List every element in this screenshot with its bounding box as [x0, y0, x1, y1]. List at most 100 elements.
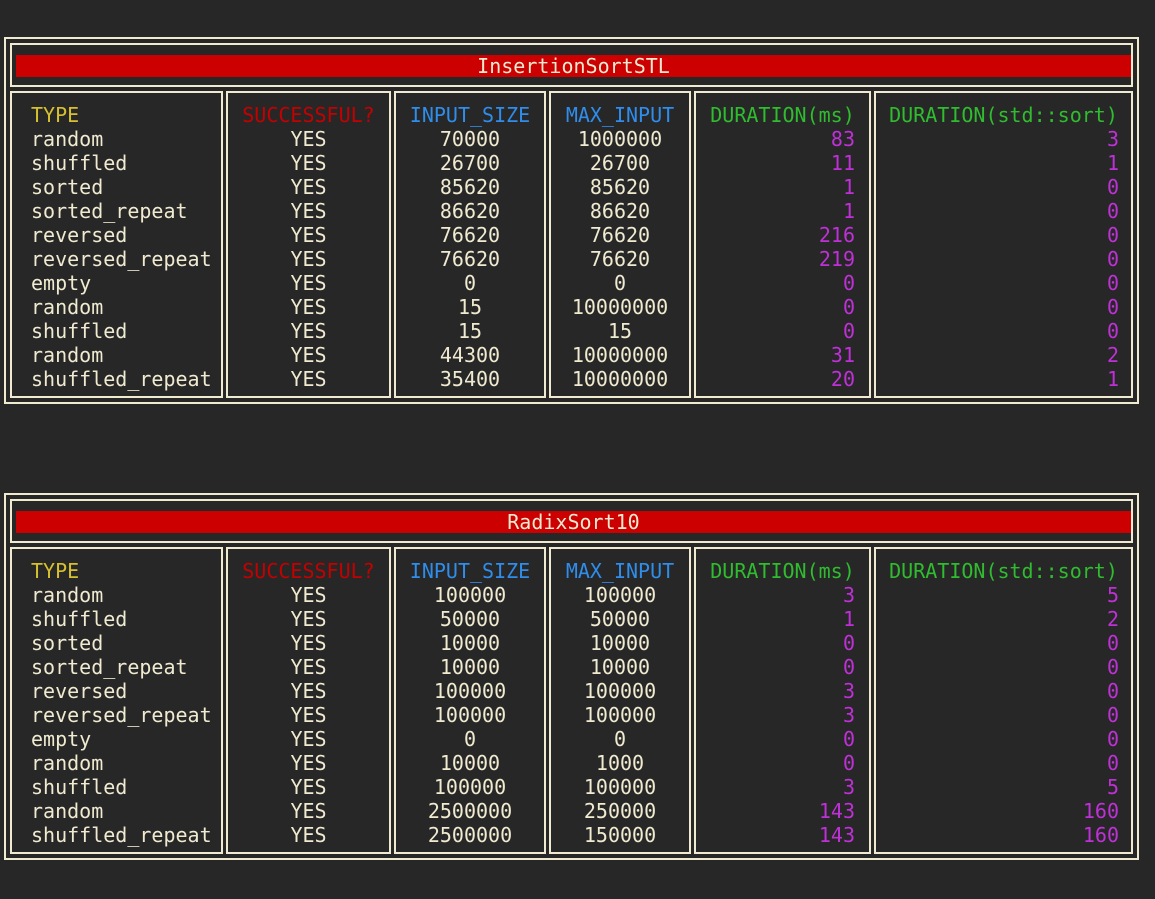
- std-sort-header: DURATION(std::sort): [889, 103, 1118, 127]
- max-input-header: MAX_INPUT: [565, 559, 675, 583]
- input-size-column: INPUT_SIZE 70000 26700 85620 86620 76620 76620…: [394, 91, 546, 398]
- table-title: RadixSort10: [16, 511, 1131, 533]
- successful-cell: YES: [290, 367, 327, 391]
- input-size-cell: 100000: [433, 775, 507, 799]
- duration-cell: 0: [842, 631, 855, 655]
- max-input-cell: 150000: [583, 823, 657, 847]
- max-input-cell: 100000: [583, 775, 657, 799]
- successful-column: SUCCESSFUL? YES YES YES YES YES YES YES YES YES YE…: [226, 547, 391, 854]
- table-title: InsertionSortSTL: [16, 55, 1131, 77]
- successful-column: SUCCESSFUL? YES YES YES YES YES YES YES YES YES YE…: [226, 91, 391, 398]
- std-sort-cell: 0: [1106, 703, 1119, 727]
- type-cell: random: [31, 343, 104, 367]
- successful-cell: YES: [290, 775, 327, 799]
- input-size-header: INPUT_SIZE: [409, 103, 531, 127]
- max-input-cell: 10000: [589, 655, 651, 679]
- table-title-frame: InsertionSortSTL: [10, 43, 1133, 87]
- input-size-cell: 15: [457, 319, 483, 343]
- type-header: TYPE: [31, 559, 80, 583]
- type-cell: sorted: [31, 175, 104, 199]
- duration-cell: 0: [842, 295, 855, 319]
- duration-cell: 143: [818, 799, 855, 823]
- std-sort-duration-column: DURATION(std::sort) 3 1 0 0 0 0 0 0 0 2 1: [874, 91, 1133, 398]
- duration-cell: 219: [818, 247, 855, 271]
- successful-cell: YES: [290, 247, 327, 271]
- std-sort-cell: 5: [1106, 775, 1119, 799]
- max-input-cell: 10000000: [571, 295, 669, 319]
- input-size-cell: 2500000: [427, 823, 513, 847]
- duration-cell: 3: [842, 679, 855, 703]
- successful-cell: YES: [290, 703, 327, 727]
- type-column: TYPE random shuffled sorted sorted_repeat rev…: [10, 91, 223, 398]
- successful-cell: YES: [290, 271, 327, 295]
- type-cell: shuffled: [31, 607, 128, 631]
- type-cell: empty: [31, 727, 92, 751]
- input-size-cell: 50000: [439, 607, 501, 631]
- max-input-cell: 1000000: [577, 127, 663, 151]
- std-sort-cell: 0: [1106, 247, 1119, 271]
- results-table-insertion-sort: InsertionSortSTL TYPE random shuffled sorte…: [4, 37, 1139, 404]
- std-sort-cell: 0: [1106, 679, 1119, 703]
- max-input-column: MAX_INPUT 100000 50000 10000 10000 100000 1000…: [549, 547, 691, 854]
- max-input-cell: 15: [607, 319, 633, 343]
- successful-cell: YES: [290, 823, 327, 847]
- duration-header: DURATION(ms): [710, 103, 855, 127]
- std-sort-cell: 1: [1106, 367, 1119, 391]
- successful-cell: YES: [290, 799, 327, 823]
- input-size-cell: 100000: [433, 583, 507, 607]
- max-input-cell: 1000: [595, 751, 645, 775]
- input-size-cell: 70000: [439, 127, 501, 151]
- type-cell: random: [31, 751, 104, 775]
- duration-cell: 0: [842, 271, 855, 295]
- max-input-cell: 0: [613, 727, 627, 751]
- max-input-cell: 76620: [589, 247, 651, 271]
- input-size-cell: 10000: [439, 655, 501, 679]
- duration-cell: 3: [842, 775, 855, 799]
- std-sort-cell: 0: [1106, 727, 1119, 751]
- duration-cell: 1: [842, 175, 855, 199]
- max-input-cell: 50000: [589, 607, 651, 631]
- input-size-cell: 85620: [439, 175, 501, 199]
- input-size-column: INPUT_SIZE 100000 50000 10000 10000 100000 100…: [394, 547, 546, 854]
- input-size-cell: 10000: [439, 751, 501, 775]
- input-size-cell: 86620: [439, 199, 501, 223]
- type-cell: empty: [31, 271, 92, 295]
- std-sort-cell: 160: [1082, 823, 1119, 847]
- std-sort-cell: 0: [1106, 175, 1119, 199]
- duration-cell: 143: [818, 823, 855, 847]
- std-sort-cell: 0: [1106, 199, 1119, 223]
- type-cell: shuffled_repeat: [31, 823, 212, 847]
- type-column: TYPE random shuffled sorted sorted_repeat rev…: [10, 547, 223, 854]
- std-sort-cell: 160: [1082, 799, 1119, 823]
- type-cell: sorted: [31, 631, 104, 655]
- duration-cell: 11: [830, 151, 855, 175]
- max-input-cell: 100000: [583, 583, 657, 607]
- duration-cell: 1: [842, 199, 855, 223]
- input-size-cell: 0: [463, 271, 477, 295]
- successful-header: SUCCESSFUL?: [242, 103, 375, 127]
- successful-cell: YES: [290, 127, 327, 151]
- type-cell: random: [31, 799, 104, 823]
- type-header: TYPE: [31, 103, 80, 127]
- std-sort-cell: 0: [1106, 631, 1119, 655]
- max-input-cell: 26700: [589, 151, 651, 175]
- input-size-cell: 10000: [439, 631, 501, 655]
- successful-cell: YES: [290, 175, 327, 199]
- input-size-cell: 15: [457, 295, 483, 319]
- input-size-cell: 100000: [433, 679, 507, 703]
- duration-cell: 83: [830, 127, 855, 151]
- max-input-cell: 85620: [589, 175, 651, 199]
- std-sort-duration-column: DURATION(std::sort) 5 2 0 0 0 0 0 0 5 160 160: [874, 547, 1133, 854]
- max-input-cell: 86620: [589, 199, 651, 223]
- input-size-cell: 35400: [439, 367, 501, 391]
- type-cell: shuffled: [31, 151, 128, 175]
- successful-cell: YES: [290, 679, 327, 703]
- type-cell: shuffled_repeat: [31, 367, 212, 391]
- std-sort-header: DURATION(std::sort): [889, 559, 1118, 583]
- max-input-cell: 10000000: [571, 343, 669, 367]
- max-input-header: MAX_INPUT: [565, 103, 675, 127]
- results-table-radix-sort: RadixSort10 TYPE random shuffled sorted sort…: [4, 493, 1139, 860]
- std-sort-cell: 5: [1106, 583, 1119, 607]
- std-sort-cell: 0: [1106, 655, 1119, 679]
- duration-column: DURATION(ms) 83 11 1 1 216 219 0 0 0 31 20: [694, 91, 871, 398]
